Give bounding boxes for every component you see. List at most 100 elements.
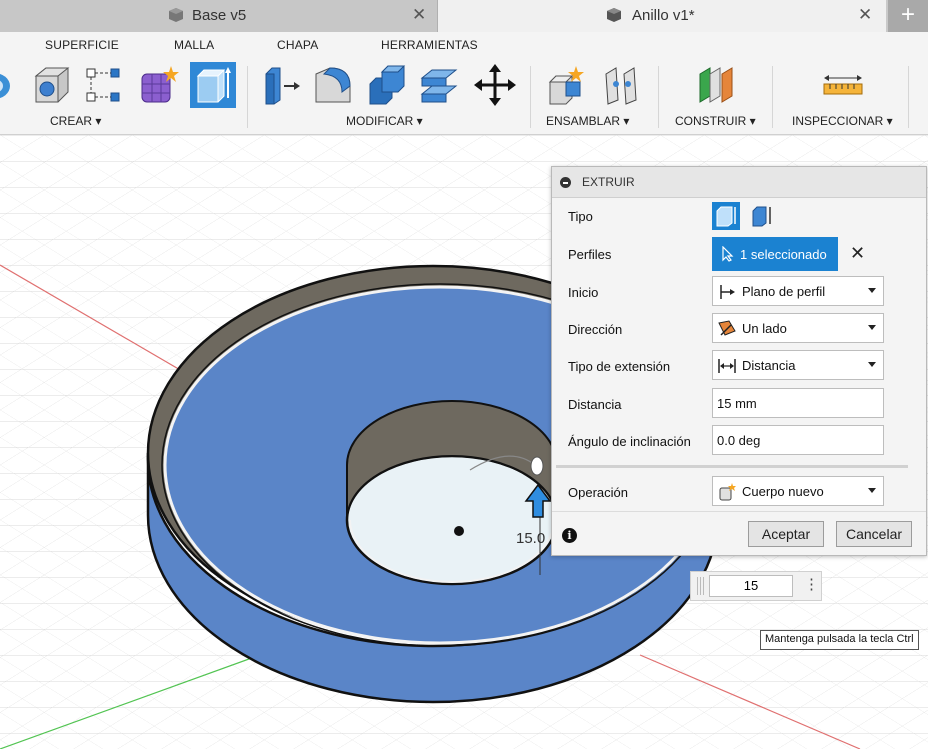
- direction-value: Un lado: [742, 321, 787, 336]
- fillet-icon: [315, 67, 351, 103]
- ok-button[interactable]: Aceptar: [748, 521, 824, 547]
- form-tool[interactable]: [138, 64, 180, 106]
- chevron-down-icon: [868, 488, 876, 493]
- move-tool[interactable]: [474, 64, 516, 106]
- angulo-label: Ángulo de inclinación: [568, 434, 691, 449]
- dialog-header: EXTRUIR: [552, 167, 926, 198]
- collapse-icon[interactable]: [560, 177, 571, 188]
- toolbar-separator: [772, 66, 773, 128]
- revolve-icon: [0, 73, 10, 99]
- extrude-type-solid-button[interactable]: [712, 202, 740, 230]
- modificar-menu[interactable]: MODIFICAR ▾: [346, 114, 423, 128]
- extrude-dialog: EXTRUIR Tipo Perfiles 1 seleccionado ✕ I…: [551, 166, 927, 556]
- perfiles-label: Perfiles: [568, 247, 612, 262]
- dimension-label: 15.0: [516, 530, 545, 547]
- move-icon: [474, 64, 516, 106]
- subtab-malla[interactable]: MALLA: [174, 38, 214, 52]
- tab-anillo-v1[interactable]: Anillo v1* ✕: [438, 0, 886, 32]
- operation-dropdown[interactable]: Cuerpo nuevo: [712, 476, 884, 506]
- ribbon-toolbar: SUPERFICIE MALLA CHAPA HERRAMIENTAS CREA…: [0, 32, 928, 135]
- form-icon: [141, 66, 179, 103]
- dialog-divider: [556, 465, 908, 468]
- direccion-label: Dirección: [568, 322, 623, 337]
- construir-menu[interactable]: CONSTRUIR ▾: [675, 114, 756, 128]
- profile-plane-icon: [720, 285, 735, 299]
- shell-icon: [420, 69, 458, 103]
- profiles-count: 1 seleccionado: [740, 247, 827, 262]
- press-pull-tool[interactable]: [260, 64, 302, 106]
- combine-tool[interactable]: [366, 64, 408, 106]
- new-body-icon: [719, 483, 736, 501]
- operacion-label: Operación: [568, 485, 628, 500]
- new-tab-button[interactable]: +: [888, 0, 928, 32]
- chevron-down-icon: [868, 288, 876, 293]
- ensamblar-menu[interactable]: ENSAMBLAR ▾: [546, 114, 629, 128]
- inspeccionar-menu[interactable]: INSPECCIONAR ▾: [792, 114, 893, 128]
- distancia-label: Distancia: [568, 397, 622, 412]
- hole-tool[interactable]: [30, 64, 72, 106]
- toolbar-separator: [908, 66, 909, 128]
- taper-angle-input[interactable]: [712, 425, 884, 455]
- more-options-icon[interactable]: ⋮: [804, 575, 819, 595]
- tab-base-v5[interactable]: Base v5 ✕: [0, 0, 438, 32]
- toolbar-separator: [530, 66, 531, 128]
- document-cube-icon: [607, 8, 621, 22]
- dimension-value-box: 15 ⋮: [690, 571, 822, 601]
- measure-icon: [823, 75, 863, 95]
- sketch-pattern-icon: [86, 68, 120, 102]
- press-pull-icon: [265, 67, 300, 105]
- solid-extrude-icon: [716, 206, 736, 227]
- joint-tool[interactable]: [600, 64, 642, 106]
- offset-plane-tool[interactable]: [696, 64, 738, 106]
- dialog-footer-divider: [552, 511, 926, 512]
- subtab-herramientas[interactable]: HERRAMIENTAS: [381, 38, 478, 52]
- profiles-selection-button[interactable]: 1 seleccionado: [712, 237, 838, 271]
- combine-icon: [369, 65, 406, 105]
- dialog-title: EXTRUIR: [582, 175, 635, 189]
- fillet-tool[interactable]: [312, 64, 354, 106]
- drag-grip-icon[interactable]: [697, 577, 705, 595]
- origin-point: [454, 526, 464, 536]
- direction-dropdown[interactable]: Un lado: [712, 313, 884, 343]
- cursor-arrow-icon: [722, 246, 734, 262]
- sketch-pattern-tool[interactable]: [82, 64, 124, 106]
- inicio-label: Inicio: [568, 285, 599, 300]
- extrude-tool[interactable]: [190, 62, 236, 108]
- tipo-label: Tipo: [568, 209, 593, 224]
- distance-icon: [718, 359, 736, 373]
- subtab-superficie[interactable]: SUPERFICIE: [45, 38, 119, 52]
- info-icon[interactable]: i: [562, 528, 577, 543]
- chevron-down-icon: [868, 362, 876, 367]
- tipo-extension-label: Tipo de extensión: [568, 359, 671, 374]
- clear-selection-icon[interactable]: ✕: [850, 243, 865, 264]
- extent-type-dropdown[interactable]: Distancia: [712, 350, 884, 380]
- measure-tool[interactable]: [822, 64, 864, 106]
- hole-icon: [34, 67, 70, 103]
- thin-extrude-icon: [752, 206, 771, 227]
- dimension-input[interactable]: 15: [709, 575, 793, 597]
- toolbar-separator: [247, 66, 248, 128]
- distance-input[interactable]: [712, 388, 884, 418]
- tab-label: Base v5: [192, 7, 247, 24]
- extrude-type-thin-button[interactable]: [748, 202, 776, 230]
- toolbar-separator: [658, 66, 659, 128]
- close-tab-icon[interactable]: ✕: [858, 5, 872, 25]
- offset-plane-icon: [699, 67, 733, 103]
- start-dropdown[interactable]: Plano de perfil: [712, 276, 884, 306]
- joint-icon: [605, 67, 637, 105]
- subtab-chapa[interactable]: CHAPA: [277, 38, 318, 52]
- taper-handle[interactable]: [530, 456, 544, 476]
- tab-label: Anillo v1*: [632, 7, 695, 24]
- shell-tool[interactable]: [418, 64, 460, 106]
- chevron-down-icon: [868, 325, 876, 330]
- cancel-button[interactable]: Cancelar: [836, 521, 912, 547]
- operation-value: Cuerpo nuevo: [742, 484, 824, 499]
- crear-menu[interactable]: CREAR ▾: [50, 114, 101, 128]
- one-side-icon: [718, 320, 736, 336]
- start-value: Plano de perfil: [742, 284, 826, 299]
- new-component-icon: [548, 66, 584, 105]
- extent-type-value: Distancia: [742, 358, 796, 373]
- new-component-tool[interactable]: [546, 64, 588, 106]
- revolve-tool[interactable]: [0, 64, 18, 106]
- close-tab-icon[interactable]: ✕: [412, 5, 426, 25]
